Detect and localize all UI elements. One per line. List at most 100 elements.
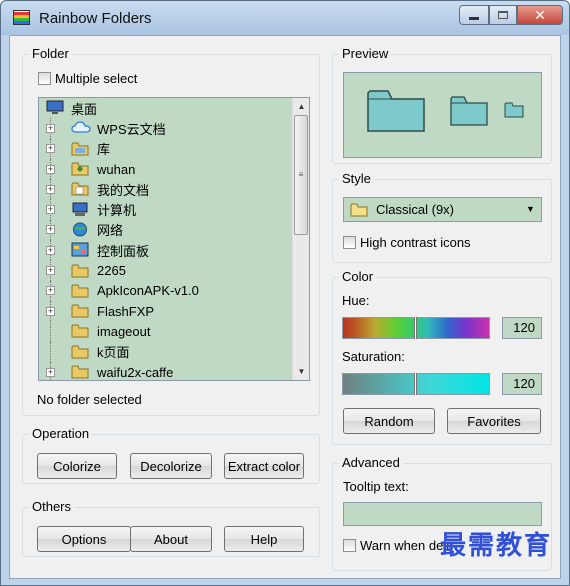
tree-item-label: 库 — [97, 142, 111, 158]
others-group-title: Others — [29, 499, 75, 514]
title-bar[interactable]: Rainbow Folders ✕ — [1, 1, 569, 35]
tree-item[interactable]: + 计算机 — [39, 199, 291, 220]
tree-item-label: 桌面 — [71, 101, 98, 117]
advanced-group-title: Advanced — [339, 455, 403, 470]
multiple-select-label: Multiple select — [55, 71, 138, 86]
cloud-icon — [71, 120, 91, 136]
folder-status-text: No folder selected — [37, 392, 142, 407]
tree-item[interactable]: + wuhan — [39, 158, 291, 180]
expand-icon[interactable]: + — [46, 225, 55, 235]
user-folder-icon — [71, 161, 89, 177]
help-button[interactable]: Help — [224, 526, 304, 552]
high-contrast-checkbox[interactable]: High contrast icons — [343, 235, 471, 250]
preview-folder-small-icon — [504, 102, 524, 118]
hue-slider[interactable] — [342, 317, 490, 339]
tree-item-label: k页面 — [97, 345, 130, 361]
colorize-button[interactable]: Colorize — [37, 453, 117, 479]
tree-item[interactable]: + 库 — [39, 138, 291, 159]
style-dropdown[interactable]: Classical (9x) ▼ — [343, 197, 542, 222]
tree-item[interactable]: + FlashFXP — [39, 300, 291, 322]
control-panel-icon — [71, 242, 89, 258]
folder-icon — [71, 303, 89, 319]
tree-item-label: 我的文档 — [97, 182, 150, 198]
high-contrast-box[interactable] — [343, 236, 356, 249]
network-icon — [71, 222, 89, 238]
hue-label: Hue: — [342, 293, 370, 308]
computer-icon — [71, 202, 89, 218]
tree-item[interactable]: +2265 — [39, 260, 291, 281]
scroll-up-icon[interactable]: ▲ — [293, 98, 309, 115]
tree-item[interactable]: + waifu2x-caffe — [39, 361, 291, 380]
expand-icon[interactable]: + — [46, 266, 55, 276]
multiple-select-checkbox[interactable]: Multiple select — [38, 71, 137, 86]
folder-icon — [71, 364, 89, 380]
favorites-button[interactable]: Favorites — [447, 408, 541, 434]
preview-group-title: Preview — [339, 46, 392, 61]
maximize-button[interactable] — [489, 5, 517, 25]
documents-icon — [71, 181, 89, 197]
expand-icon[interactable]: + — [46, 286, 55, 296]
tree-scrollbar[interactable]: ▲ ≡ ▼ — [292, 98, 309, 380]
window-title: Rainbow Folders — [39, 10, 152, 27]
tree-item[interactable]: + 控制面板 — [39, 240, 291, 261]
scroll-down-icon[interactable]: ▼ — [293, 363, 309, 380]
library-icon — [71, 141, 89, 157]
expand-icon[interactable]: + — [46, 144, 55, 154]
tree-item[interactable]: + WPS云文档 — [39, 118, 291, 139]
tree-guide-line — [50, 321, 51, 342]
tree-item-label: ApkIconAPK-v1.0 — [97, 283, 199, 299]
tree-item[interactable]: k页面 — [39, 341, 291, 362]
expand-icon[interactable]: + — [46, 184, 55, 194]
close-button[interactable]: ✕ — [517, 5, 563, 25]
expand-icon[interactable]: + — [46, 245, 55, 255]
tooltip-label: Tooltip text: — [343, 479, 409, 494]
folder-preview — [343, 72, 542, 158]
extract-color-button[interactable]: Extract color — [224, 453, 304, 479]
warn-when-delete-box[interactable] — [343, 539, 356, 552]
tree-item[interactable]: imageout — [39, 321, 291, 342]
tree-item-label: wuhan — [97, 161, 136, 177]
expand-icon[interactable]: + — [46, 123, 55, 133]
tooltip-text-input[interactable] — [343, 502, 542, 526]
desktop-icon — [46, 100, 64, 116]
hue-slider-thumb[interactable] — [414, 317, 417, 339]
decolorize-button[interactable]: Decolorize — [130, 453, 212, 479]
minimize-button[interactable] — [459, 5, 489, 25]
tree-root-item[interactable]: 桌面 — [39, 98, 291, 118]
expand-icon[interactable]: + — [46, 164, 55, 174]
saturation-slider[interactable] — [342, 373, 490, 395]
operation-group-title: Operation — [29, 426, 93, 441]
expand-icon[interactable]: + — [46, 306, 55, 316]
folder-tree[interactable]: 桌面 + WPS云文档 + 库 + wuhan + 我的文档 + 计算机 + 网络 + 控制面板 +2265 +… — [38, 97, 310, 381]
tree-item[interactable]: + 我的文档 — [39, 179, 291, 200]
dialog-body: Folder Multiple select 桌面 + WPS云文档 + 库 + wuhan… — [9, 35, 561, 579]
saturation-value-field[interactable]: 120 — [502, 373, 542, 395]
tree-item-label: 计算机 — [97, 203, 137, 219]
expand-icon[interactable]: + — [46, 205, 55, 215]
saturation-slider-thumb[interactable] — [414, 373, 417, 395]
options-button[interactable]: Options — [37, 526, 131, 552]
preview-folder-large-icon — [367, 90, 425, 132]
random-button[interactable]: Random — [343, 408, 435, 434]
folder-icon — [71, 323, 89, 339]
about-button[interactable]: About — [130, 526, 212, 552]
tree-guide-line — [50, 341, 51, 362]
style-selected: Classical (9x) — [376, 202, 455, 217]
watermark-text: 最需教育 — [439, 531, 552, 561]
warn-when-delete-checkbox[interactable]: Warn when dele — [343, 538, 453, 553]
multiple-select-box[interactable] — [38, 72, 51, 85]
folder-icon — [71, 283, 89, 299]
chevron-down-icon[interactable]: ▼ — [522, 200, 539, 219]
tree-item-label: waifu2x-caffe — [97, 364, 174, 380]
tree-item-label: 控制面板 — [97, 243, 150, 259]
tree-item-label: FlashFXP — [97, 303, 155, 319]
saturation-label: Saturation: — [342, 349, 405, 364]
tree-item[interactable]: + ApkIconAPK-v1.0 — [39, 280, 291, 301]
tree-item[interactable]: + 网络 — [39, 219, 291, 241]
hue-value-field[interactable]: 120 — [502, 317, 542, 339]
minimize-icon — [469, 16, 479, 20]
expand-icon[interactable]: + — [46, 367, 55, 377]
folder-icon — [350, 203, 368, 216]
scroll-thumb[interactable]: ≡ — [294, 115, 308, 235]
color-group-title: Color — [339, 269, 377, 284]
